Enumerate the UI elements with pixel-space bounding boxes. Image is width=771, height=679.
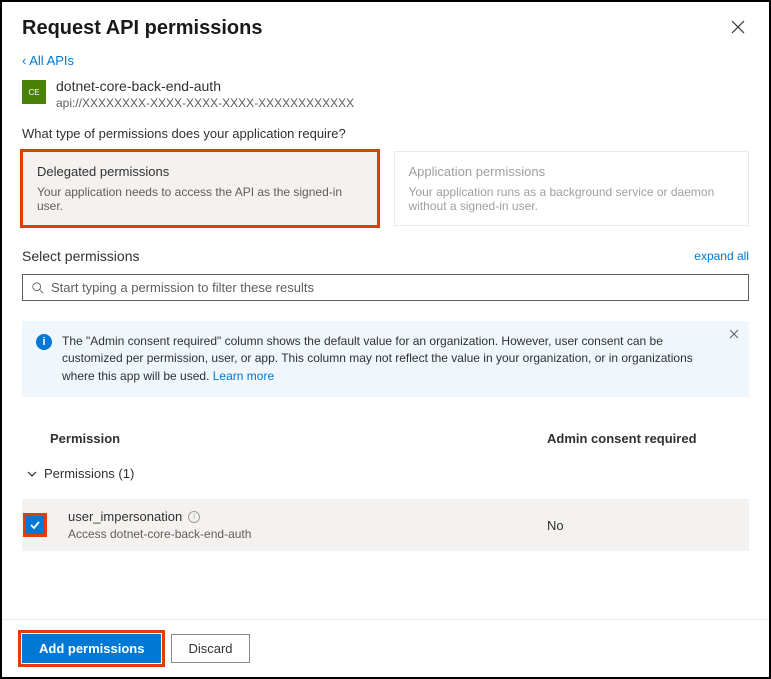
add-permissions-button[interactable]: Add permissions	[22, 634, 161, 663]
close-icon	[731, 20, 745, 34]
learn-more-link[interactable]: Learn more	[213, 369, 274, 383]
discard-button[interactable]: Discard	[171, 634, 249, 663]
col-admin-consent: Admin consent required	[547, 431, 747, 446]
close-button[interactable]	[727, 16, 749, 41]
chevron-down-icon	[26, 468, 38, 480]
api-icon: CE	[22, 80, 46, 104]
permission-description: Access dotnet-core-back-end-auth	[68, 527, 547, 541]
permission-group-toggle[interactable]: Permissions (1)	[22, 456, 749, 491]
permission-checkbox[interactable]	[26, 516, 44, 534]
panel-title: Request API permissions	[22, 17, 262, 40]
info-text: The "Admin consent required" column show…	[62, 333, 713, 385]
api-uri: api://XXXXXXXX-XXXX-XXXX-XXXX-XXXXXXXXXX…	[56, 96, 354, 110]
application-title: Application permissions	[409, 164, 735, 179]
admin-consent-value: No	[547, 518, 747, 533]
info-icon[interactable]: i	[188, 511, 200, 523]
search-input[interactable]	[51, 280, 740, 295]
col-permission: Permission	[50, 431, 547, 446]
permission-name: user_impersonation	[68, 509, 182, 524]
back-link-all-apis[interactable]: ‹ All APIs	[22, 53, 74, 68]
checkmark-icon	[29, 519, 41, 531]
delegated-desc: Your application needs to access the API…	[37, 185, 363, 213]
info-banner: i The "Admin consent required" column sh…	[22, 321, 749, 397]
info-icon: i	[36, 334, 52, 350]
search-icon	[31, 281, 45, 295]
footer: Add permissions Discard	[2, 619, 769, 677]
info-dismiss-button[interactable]	[729, 329, 739, 342]
search-box[interactable]	[22, 274, 749, 301]
api-name: dotnet-core-back-end-auth	[56, 78, 354, 94]
select-permissions-label: Select permissions	[22, 248, 140, 264]
application-desc: Your application runs as a background se…	[409, 185, 735, 213]
table-row: user_impersonation i Access dotnet-core-…	[22, 499, 749, 551]
delegated-title: Delegated permissions	[37, 164, 363, 179]
delegated-permissions-card[interactable]: Delegated permissions Your application n…	[22, 151, 378, 226]
close-icon	[729, 329, 739, 339]
permission-type-question: What type of permissions does your appli…	[22, 126, 749, 141]
api-header: CE dotnet-core-back-end-auth api://XXXXX…	[22, 78, 749, 110]
table-header: Permission Admin consent required	[22, 423, 749, 456]
expand-all-link[interactable]: expand all	[694, 249, 749, 263]
application-permissions-card[interactable]: Application permissions Your application…	[394, 151, 750, 226]
group-label: Permissions (1)	[44, 466, 134, 481]
